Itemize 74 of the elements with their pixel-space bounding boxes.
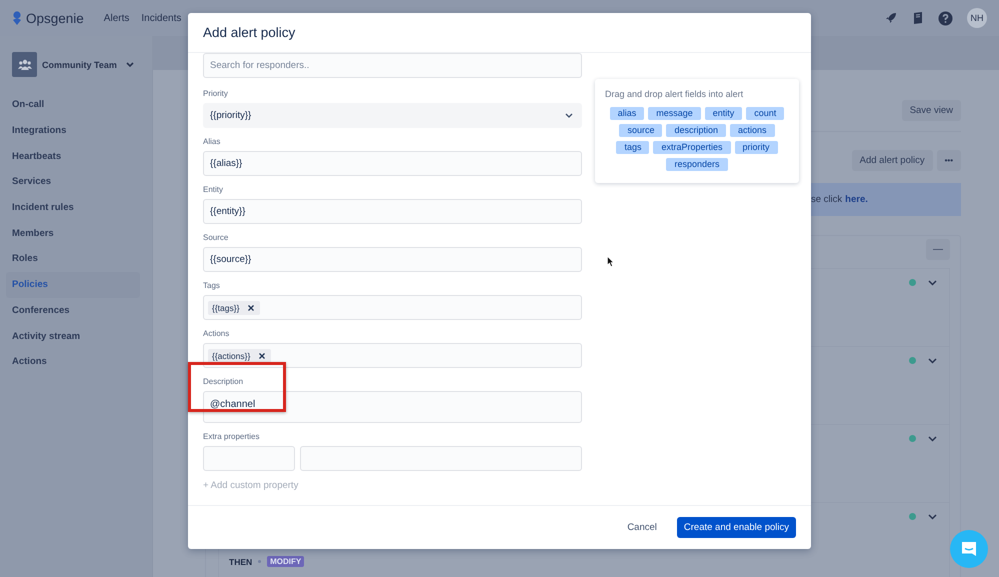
tag-chip: {{actions}} bbox=[208, 348, 272, 362]
field-label: Extra properties bbox=[203, 431, 260, 443]
sidebar-item[interactable]: Conferences bbox=[6, 298, 140, 324]
banner-link[interactable]: here. bbox=[845, 194, 868, 205]
sidebar-item[interactable]: Actions bbox=[6, 348, 140, 375]
field-label: Actions bbox=[203, 328, 230, 340]
text-field[interactable]: {{source}} bbox=[203, 247, 582, 272]
field-chip[interactable]: message bbox=[648, 107, 701, 120]
select-field[interactable]: {{priority}} bbox=[203, 103, 582, 128]
sidebar-item[interactable]: Integrations bbox=[6, 118, 140, 144]
chat-icon bbox=[960, 540, 978, 558]
cancel-button[interactable]: Cancel bbox=[620, 517, 664, 538]
user-avatar[interactable]: NH bbox=[967, 8, 987, 28]
chevron-down-icon[interactable] bbox=[928, 280, 937, 286]
field-chip[interactable]: description bbox=[666, 124, 726, 137]
property-value-field[interactable] bbox=[300, 446, 582, 471]
action-tag: MODIFY bbox=[267, 556, 304, 567]
remove-icon[interactable] bbox=[248, 304, 254, 310]
nav-link[interactable]: Incidents bbox=[141, 12, 182, 24]
chevron-down-icon bbox=[126, 62, 134, 68]
app-name: Opsgenie bbox=[26, 10, 84, 26]
chevron-down-icon bbox=[565, 113, 573, 118]
field-chip[interactable]: responders bbox=[666, 158, 728, 171]
help-icon[interactable] bbox=[938, 10, 953, 26]
remove-icon[interactable] bbox=[259, 352, 266, 358]
text-field[interactable]: {{entity}} bbox=[203, 199, 582, 224]
field-label: Description bbox=[203, 376, 244, 388]
nav-link[interactable]: Alerts bbox=[104, 12, 130, 24]
sidebar-item[interactable]: Services bbox=[6, 169, 140, 195]
text-field[interactable]: {{alias}} bbox=[203, 151, 582, 176]
palette-title: Drag and drop alert fields into alert bbox=[605, 89, 744, 99]
chevron-down-icon[interactable] bbox=[928, 514, 937, 520]
field-chip[interactable]: source bbox=[619, 124, 662, 137]
field-chip[interactable]: count bbox=[746, 107, 784, 120]
property-key-field[interactable] bbox=[203, 446, 295, 471]
field-label: Priority bbox=[203, 88, 229, 100]
chevron-down-icon[interactable] bbox=[928, 436, 937, 442]
field-chip[interactable]: priority bbox=[734, 141, 778, 154]
description-field[interactable]: @channel bbox=[203, 391, 582, 423]
sidebar-item[interactable]: Incident rules bbox=[6, 194, 140, 220]
dialog-title: Add alert policy bbox=[203, 25, 296, 40]
sidebar-item[interactable]: Heartbeats bbox=[6, 143, 140, 170]
sidebar-item[interactable]: Members bbox=[6, 220, 140, 246]
field-label: Source bbox=[203, 232, 230, 244]
book-icon[interactable] bbox=[912, 11, 924, 25]
field-label: Entity bbox=[203, 184, 224, 196]
field-chip[interactable]: actions bbox=[730, 124, 775, 137]
chevron-down-icon[interactable] bbox=[928, 358, 937, 364]
add-alert-policy-button[interactable]: Add alert policy bbox=[852, 150, 933, 171]
banner-text: se click bbox=[811, 194, 842, 205]
field-chip[interactable]: extraProperties bbox=[653, 141, 731, 154]
field-label: Tags bbox=[203, 280, 221, 292]
field-chip[interactable]: alias bbox=[610, 107, 644, 120]
field-chip[interactable]: tags bbox=[616, 141, 650, 154]
team-icon bbox=[12, 52, 37, 77]
tags-field[interactable]: {{tags}} bbox=[203, 295, 582, 320]
collapse-button[interactable]: — bbox=[926, 239, 950, 260]
separator-dot-icon bbox=[258, 560, 262, 563]
sidebar-item[interactable]: On-call bbox=[6, 92, 140, 118]
tag-chip: {{tags}} bbox=[208, 300, 260, 314]
mouse-pointer-icon bbox=[607, 256, 614, 267]
sidebar-item[interactable]: Roles bbox=[6, 246, 140, 272]
tags-field[interactable]: {{actions}} bbox=[203, 343, 582, 368]
search-field[interactable]: Search for responders.. bbox=[203, 53, 582, 78]
sidebar-item[interactable]: Activity stream bbox=[6, 323, 140, 349]
save-view-button[interactable]: Save view bbox=[902, 100, 961, 121]
then-label: THEN bbox=[229, 556, 252, 566]
rocket-icon[interactable] bbox=[884, 11, 898, 25]
field-chip[interactable]: entity bbox=[704, 107, 742, 120]
field-label: Alias bbox=[203, 136, 222, 148]
create-policy-button[interactable]: Create and enable policy bbox=[676, 517, 796, 538]
logo-icon bbox=[12, 11, 22, 25]
team-selector[interactable]: Community Team bbox=[12, 52, 140, 77]
more-button[interactable]: ••• bbox=[936, 150, 961, 171]
